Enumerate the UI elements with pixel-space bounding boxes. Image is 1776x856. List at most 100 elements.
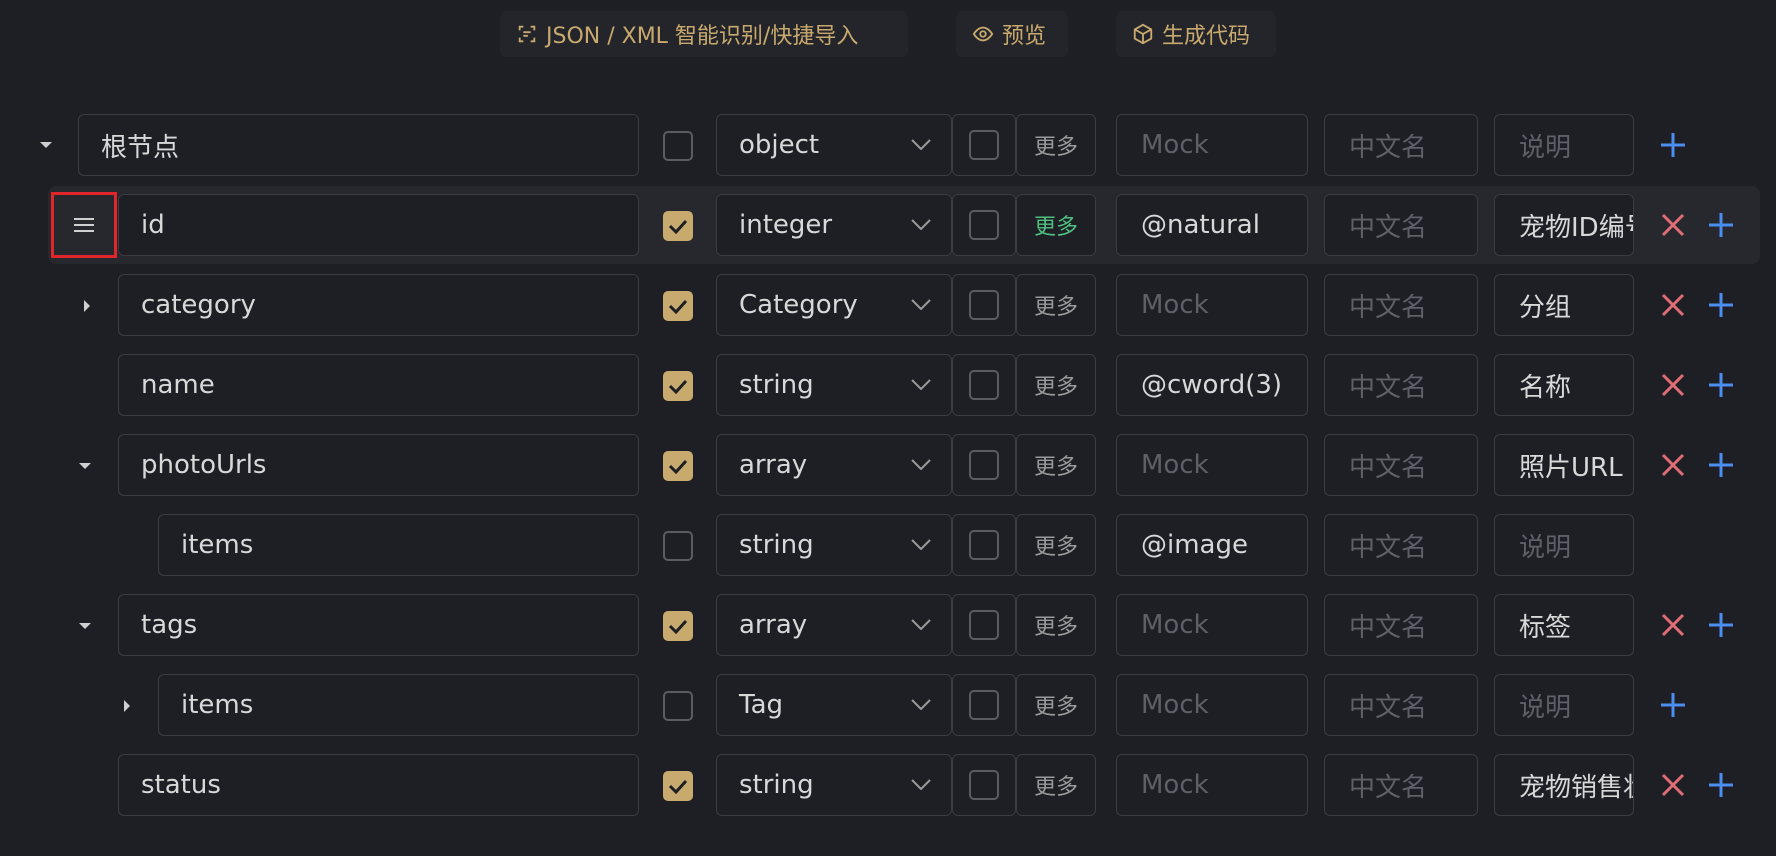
more-button[interactable]: 更多 [1016,194,1096,256]
nullable-cell [952,274,1016,336]
delete-icon[interactable] [1658,770,1688,800]
drag-handle[interactable] [51,192,117,258]
preview-button[interactable]: 预览 [956,11,1068,57]
description-input[interactable]: 说明 [1494,114,1634,176]
nullable-checkbox[interactable] [969,530,999,560]
description-input[interactable]: 分组 [1494,274,1634,336]
mock-input[interactable]: @image [1116,514,1308,576]
nullable-checkbox[interactable] [969,610,999,640]
collapse-caret-icon[interactable] [79,623,91,629]
required-checkbox[interactable] [663,451,693,481]
nullable-checkbox[interactable] [969,210,999,240]
more-button[interactable]: 更多 [1016,754,1096,816]
description-input[interactable]: 宠物ID编号 [1494,194,1634,256]
type-select[interactable]: array [716,434,952,496]
more-button[interactable]: 更多 [1016,594,1096,656]
chinese-name-input[interactable]: 中文名 [1324,194,1478,256]
nullable-checkbox[interactable] [969,690,999,720]
chinese-name-input[interactable]: 中文名 [1324,434,1478,496]
mock-input[interactable]: Mock [1116,274,1308,336]
add-icon[interactable] [1706,290,1736,320]
add-icon[interactable] [1706,610,1736,640]
description-input[interactable]: 标签 [1494,594,1634,656]
add-icon[interactable] [1706,370,1736,400]
nullable-checkbox[interactable] [969,370,999,400]
nullable-cell [952,354,1016,416]
root-name-field[interactable]: 根节点 [78,114,639,176]
nullable-checkbox[interactable] [969,450,999,480]
chinese-name-input[interactable]: 中文名 [1324,114,1478,176]
chinese-name-input[interactable]: 中文名 [1324,274,1478,336]
delete-icon[interactable] [1658,610,1688,640]
type-select[interactable]: string [716,754,952,816]
delete-icon[interactable] [1658,210,1688,240]
type-select[interactable]: object [716,114,952,176]
nullable-checkbox[interactable] [969,290,999,320]
description-input[interactable]: 名称 [1494,354,1634,416]
mock-input[interactable]: Mock [1116,754,1308,816]
field-name-input[interactable]: items [158,514,639,576]
chevron-down-icon [911,219,931,231]
chinese-name-input[interactable]: 中文名 [1324,514,1478,576]
delete-icon[interactable] [1658,370,1688,400]
delete-icon[interactable] [1658,290,1688,320]
collapse-caret-icon[interactable] [40,142,52,148]
preview-label: 预览 [1002,24,1047,49]
type-select[interactable]: string [716,354,952,416]
add-icon[interactable] [1658,130,1688,160]
required-checkbox[interactable] [663,611,693,641]
required-checkbox[interactable] [663,771,693,801]
field-name-input[interactable]: photoUrls [118,434,639,496]
more-button[interactable]: 更多 [1016,274,1096,336]
type-select[interactable]: Category [716,274,952,336]
more-button[interactable]: 更多 [1016,114,1096,176]
required-checkbox[interactable] [663,371,693,401]
description-input[interactable]: 宠物销售状态 [1494,754,1634,816]
add-icon[interactable] [1658,690,1688,720]
chinese-name-input[interactable]: 中文名 [1324,594,1478,656]
collapse-caret-icon[interactable] [79,463,91,469]
mock-input[interactable]: @cword(3) [1116,354,1308,416]
required-checkbox[interactable] [663,691,693,721]
chinese-name-input[interactable]: 中文名 [1324,674,1478,736]
expand-caret-icon[interactable] [84,300,90,312]
add-icon[interactable] [1706,770,1736,800]
more-button[interactable]: 更多 [1016,434,1096,496]
required-checkbox[interactable] [663,291,693,321]
description-input[interactable]: 照片URL [1494,434,1634,496]
field-name-input[interactable]: items [158,674,639,736]
required-checkbox[interactable] [663,531,693,561]
add-icon[interactable] [1706,450,1736,480]
generate-code-button[interactable]: 生成代码 [1116,11,1276,57]
mock-input[interactable]: Mock [1116,674,1308,736]
field-name-input[interactable]: tags [118,594,639,656]
more-button[interactable]: 更多 [1016,514,1096,576]
description-input[interactable]: 说明 [1494,674,1634,736]
nullable-checkbox[interactable] [969,770,999,800]
more-button[interactable]: 更多 [1016,354,1096,416]
type-select[interactable]: string [716,514,952,576]
nullable-cell [952,434,1016,496]
mock-input[interactable]: Mock [1116,594,1308,656]
nullable-checkbox[interactable] [969,130,999,160]
chinese-name-input[interactable]: 中文名 [1324,754,1478,816]
description-input[interactable]: 说明 [1494,514,1634,576]
mock-input[interactable]: Mock [1116,434,1308,496]
expand-caret-icon[interactable] [124,700,130,712]
field-name-input[interactable]: id [118,194,639,256]
field-name-input[interactable]: name [118,354,639,416]
type-select[interactable]: Tag [716,674,952,736]
chinese-name-input[interactable]: 中文名 [1324,354,1478,416]
type-select[interactable]: array [716,594,952,656]
import-button[interactable]: JSON / XML 智能识别/快捷导入 [500,11,908,57]
mock-input[interactable]: Mock [1116,114,1308,176]
type-select[interactable]: integer [716,194,952,256]
field-name-input[interactable]: status [118,754,639,816]
more-button[interactable]: 更多 [1016,674,1096,736]
required-checkbox[interactable] [663,211,693,241]
delete-icon[interactable] [1658,450,1688,480]
field-name-input[interactable]: category [118,274,639,336]
required-checkbox[interactable] [663,131,693,161]
add-icon[interactable] [1706,210,1736,240]
mock-input[interactable]: @natural [1116,194,1308,256]
